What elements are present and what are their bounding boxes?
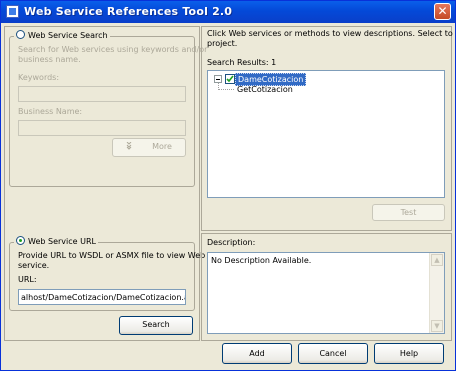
description-scrollbar[interactable]: ▲ ▼ xyxy=(429,253,444,333)
url-radio[interactable]: Web Service URL xyxy=(14,236,98,246)
title-bar: Web Service References Tool 2.0 ✕ xyxy=(1,1,455,23)
dialog-window: Web Service References Tool 2.0 ✕ Web Se… xyxy=(0,0,456,371)
url-label: URL: xyxy=(18,275,37,284)
results-instructions-line2: project. xyxy=(207,39,238,48)
app-icon xyxy=(6,5,19,18)
search-description-line2: business name. xyxy=(18,55,81,64)
url-input[interactable]: alhost/DameCotizacion/DameCotizacion.asm… xyxy=(18,289,186,305)
keywords-label: Keywords: xyxy=(18,73,60,82)
search-description-line1: Search for Web services using keywords a… xyxy=(18,45,208,54)
keywords-input[interactable] xyxy=(18,86,186,102)
url-radio-button[interactable] xyxy=(16,236,25,245)
search-button[interactable]: Search xyxy=(119,316,193,335)
search-results-label: Search Results: 1 xyxy=(207,58,277,67)
scroll-up-icon[interactable]: ▲ xyxy=(431,254,443,266)
more-label: More xyxy=(152,142,172,151)
results-tree: DameCotizacion GetCotizacion xyxy=(207,70,445,198)
url-radio-label: Web Service URL xyxy=(28,237,96,246)
close-button[interactable]: ✕ xyxy=(434,3,451,20)
scroll-down-icon[interactable]: ▼ xyxy=(431,320,443,332)
tree-node-getcotizacion[interactable]: GetCotizacion xyxy=(237,85,293,94)
search-radio-label: Web Service Search xyxy=(28,31,108,40)
test-button[interactable]: Test xyxy=(372,204,445,221)
root-checkbox[interactable] xyxy=(225,74,235,84)
help-button[interactable]: Help xyxy=(374,343,444,364)
search-radio[interactable]: Web Service Search xyxy=(14,30,110,40)
description-label: Description: xyxy=(207,238,256,247)
url-description-line1: Provide URL to WSDL or ASMX file to view… xyxy=(18,251,206,260)
results-instructions-line1: Click Web services or methods to view de… xyxy=(207,29,456,38)
cancel-button[interactable]: Cancel xyxy=(298,343,368,364)
description-box: No Description Available. ▲ ▼ xyxy=(207,252,445,334)
description-text: No Description Available. xyxy=(211,256,312,265)
business-name-input[interactable] xyxy=(18,120,186,136)
collapse-icon[interactable] xyxy=(214,75,222,83)
window-title: Web Service References Tool 2.0 xyxy=(24,5,233,18)
add-button[interactable]: Add xyxy=(222,343,292,364)
left-panel: Web Service Search Search for Web servic… xyxy=(4,26,207,341)
chevron-double-icon xyxy=(126,140,132,150)
business-name-label: Business Name: xyxy=(18,107,83,116)
search-radio-button[interactable] xyxy=(16,30,25,39)
more-button[interactable]: More xyxy=(112,138,186,157)
checkmark-icon xyxy=(226,75,234,83)
url-description-line2: service. xyxy=(18,261,50,270)
